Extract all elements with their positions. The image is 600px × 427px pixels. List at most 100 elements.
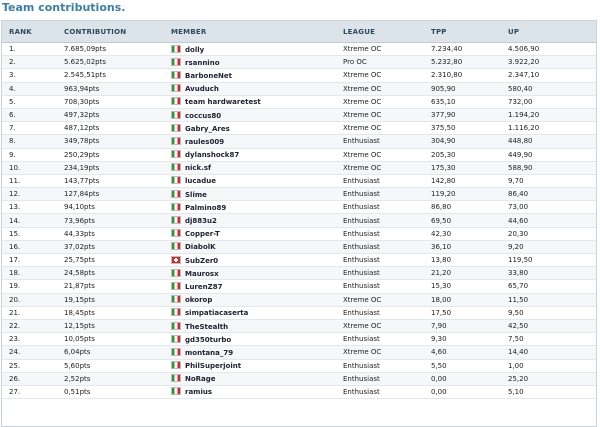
member-name-link[interactable]: dylanshock87 [185,151,239,159]
member-name-link[interactable]: simpatiacaserta [185,309,248,317]
member-name-link[interactable]: LurenZ87 [185,283,222,291]
member-name-link[interactable]: gd350turbo [185,336,231,344]
italy-flag-icon [171,150,181,159]
table-row: 14. 73,96pts dj883u2 Enthusiast 69,50 44,60 [2,213,596,228]
table-row: 3. 2.545,51pts BarboneNet Xtreme OC 2.310,80… [2,68,596,83]
rank-cell: 9. [2,148,57,162]
member-name-link[interactable]: rsannino [185,59,220,67]
table-row: 24. 6,04pts montana_79 Xtreme OC 4,60 14,40 [2,345,596,360]
up-cell: 448,80 [501,134,596,149]
tpp-cell: 0,00 [424,372,501,386]
contribution-cell: 708,30pts [57,95,164,109]
up-cell: 1.194,20 [501,108,596,123]
italy-flag-icon [171,110,181,119]
league-cell: Xtreme OC [336,108,424,123]
member-name-link[interactable]: SubZer0 [185,257,218,265]
tpp-cell: 42,30 [424,227,501,241]
member-name-link[interactable]: montana_79 [185,349,233,357]
rank-cell: 12. [2,187,57,202]
table-row: 9. 250,29pts dylanshock87 Xtreme OC 205,30 44… [2,148,596,162]
table-row: 25. 5,60pts PhilSuperjoint Enthusiast 5,50 1,… [2,359,596,373]
member-name-link[interactable]: DiabolK [185,243,216,251]
up-cell: 20,30 [501,227,596,241]
rank-cell: 27. [2,385,57,400]
member-name-link[interactable]: BarboneNet [185,72,232,80]
italy-flag-icon [171,334,181,343]
tpp-cell: 9,30 [424,332,501,347]
league-cell: Xtreme OC [336,95,424,109]
up-cell: 3.922,20 [501,55,596,70]
tpp-cell: 377,90 [424,108,501,123]
table-row: 22. 12,15pts TheStealth Xtreme OC 7,90 42,50 [2,319,596,334]
contribution-cell: 24,58pts [57,266,164,281]
member-name-link[interactable]: okorop [185,296,212,304]
member-name-link[interactable]: raules009 [185,138,224,146]
italy-flag-icon [171,136,181,145]
tpp-cell: 18,00 [424,293,501,307]
contribution-cell: 94,10pts [57,200,164,215]
member-cell: Avuduch [164,82,336,96]
league-cell: Xtreme OC [336,345,424,360]
league-cell: Enthusiast [336,372,424,386]
member-name-link[interactable]: lucadue [185,177,216,185]
member-name-link[interactable]: coccus80 [185,112,221,120]
member-name-link[interactable]: Palmino89 [185,204,226,212]
up-cell: 86,40 [501,187,596,202]
member-name-link[interactable]: Maurosx [185,270,219,278]
contribution-cell: 497,32pts [57,108,164,123]
table-row: 19. 21,87pts LurenZ87 Enthusiast 15,30 65,70 [2,279,596,294]
league-cell: Enthusiast [336,266,424,281]
italy-flag-icon [171,374,181,383]
member-name-link[interactable]: dj883u2 [185,217,217,225]
column-header-rank[interactable]: RANK [2,21,57,43]
table-row: 4. 963,94pts Avuduch Xtreme OC 905,90 580,40 [2,82,596,96]
league-cell: Xtreme OC [336,68,424,83]
member-name-link[interactable]: TheStealth [185,323,228,331]
rank-cell: 6. [2,108,57,123]
member-cell: dolly [164,42,336,57]
column-header-tpp[interactable]: TPP [424,21,501,43]
italy-flag-icon [171,176,181,185]
column-header-league[interactable]: LEAGUE [336,21,424,43]
contribution-cell: 21,87pts [57,279,164,294]
contribution-cell: 44,33pts [57,227,164,241]
contribution-cell: 73,96pts [57,213,164,228]
contribution-cell: 37,02pts [57,240,164,255]
member-name-link[interactable]: Avuduch [185,85,219,93]
member-name-link[interactable]: NoRage [185,375,216,383]
member-cell: NoRage [164,372,336,386]
table-row: 20. 19,15pts okorop Xtreme OC 18,00 11,50 [2,293,596,307]
column-header-contribution[interactable]: CONTRIBUTION [57,21,164,43]
league-cell: Xtreme OC [336,161,424,175]
italy-flag-icon [171,44,181,53]
member-name-link[interactable]: dolly [185,46,204,54]
column-header-member[interactable]: MEMBER [164,21,336,43]
table-row: 10. 234,19pts nick.sf Xtreme OC 175,30 588,90 [2,161,596,175]
contribution-cell: 5,60pts [57,359,164,373]
member-name-link[interactable]: team hardwaretest [185,98,261,106]
member-name-link[interactable]: ramius [185,388,212,396]
rank-cell: 18. [2,266,57,281]
tpp-cell: 17,50 [424,306,501,320]
tpp-cell: 119,20 [424,187,501,202]
contribution-cell: 25,75pts [57,253,164,268]
switzerland-flag-icon [171,255,181,264]
up-cell: 25,20 [501,372,596,386]
member-name-link[interactable]: nick.sf [185,164,211,172]
member-name-link[interactable]: Gabry_Ares [185,125,230,133]
member-cell: raules009 [164,134,336,149]
member-name-link[interactable]: PhilSuperjoint [185,362,241,370]
tpp-cell: 175,30 [424,161,501,175]
italy-flag-icon [171,347,181,356]
member-cell: gd350turbo [164,332,336,347]
up-cell: 1,00 [501,359,596,373]
member-name-link[interactable]: Copper-T [185,230,220,238]
member-name-link[interactable]: Slime [185,191,207,199]
contribution-cell: 7.685,09pts [57,42,164,57]
league-cell: Pro OC [336,55,424,70]
up-cell: 4.506,90 [501,42,596,57]
table-row: 23. 10,05pts gd350turbo Enthusiast 9,30 7,50 [2,332,596,347]
column-header-up[interactable]: UP [501,21,596,43]
up-cell: 11,50 [501,293,596,307]
up-cell: 5,10 [501,385,596,400]
